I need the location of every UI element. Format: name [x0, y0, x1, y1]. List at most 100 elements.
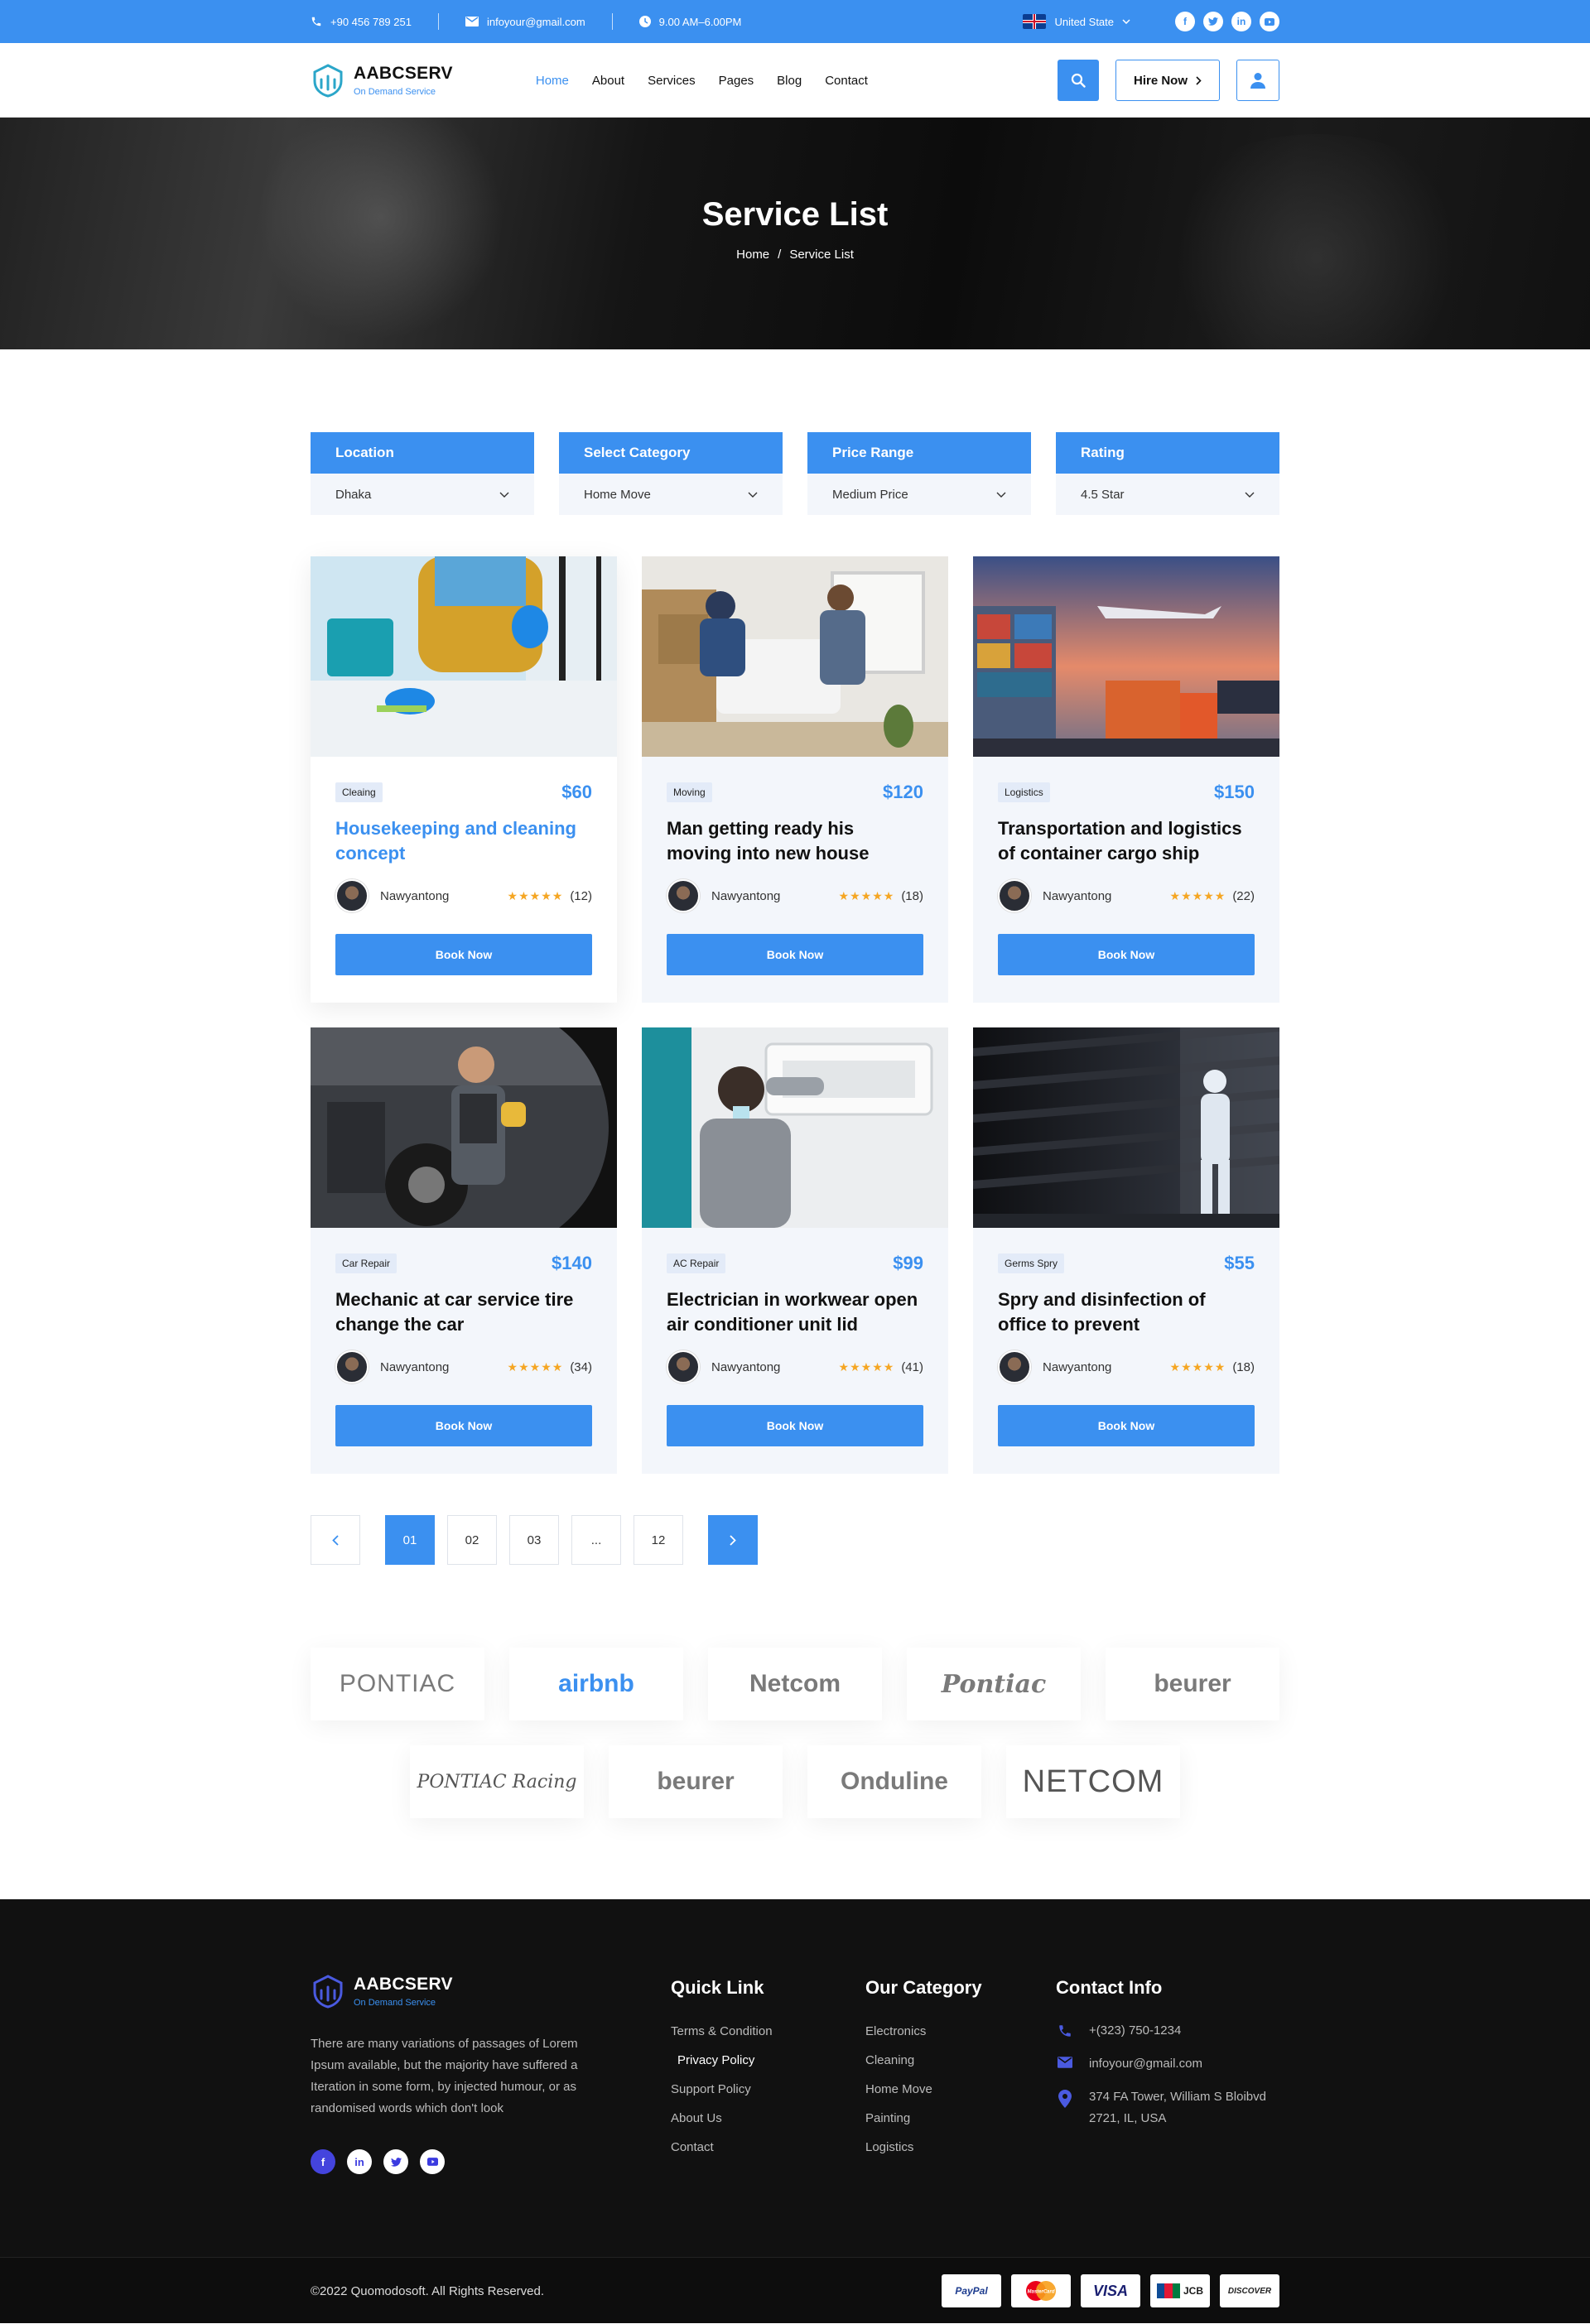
hire-now-button[interactable]: Hire Now — [1115, 60, 1220, 101]
breadcrumb-home[interactable]: Home — [736, 248, 769, 262]
country-select[interactable]: United State — [1023, 14, 1130, 29]
uk-flag-icon — [1023, 14, 1047, 29]
service-image-car-repair[interactable] — [311, 1027, 617, 1228]
brand-name: PONTIAC Racing — [417, 1771, 577, 1792]
book-now-button[interactable]: Book Now — [998, 934, 1255, 975]
location-select[interactable]: Dhaka — [311, 474, 534, 515]
service-title[interactable]: Man getting ready his moving into new ho… — [667, 816, 923, 866]
page-hero: Service List Home / Service List — [0, 118, 1590, 349]
page-button[interactable]: 01 — [385, 1515, 435, 1565]
brand-logo-beurer[interactable]: beurer — [1106, 1648, 1279, 1720]
brand-logo-pontiac[interactable]: PONTIAC — [311, 1648, 484, 1720]
footer-link[interactable]: Painting — [865, 2104, 982, 2133]
user-account-button[interactable] — [1236, 60, 1279, 101]
footer-logo[interactable]: AABCSERV On Demand Service — [311, 1974, 600, 2009]
youtube-icon[interactable] — [420, 2149, 445, 2174]
facebook-icon[interactable]: f — [311, 2149, 335, 2174]
page-button[interactable]: 12 — [634, 1515, 683, 1565]
contact-phone[interactable]: +(323) 750-1234 — [1056, 2020, 1279, 2042]
brand-logo-onduline[interactable]: Onduline — [807, 1745, 981, 1818]
contact-email[interactable]: infoyour@gmail.com — [1056, 2053, 1279, 2075]
top-phone[interactable]: +90 456 789 251 — [311, 16, 412, 28]
service-card[interactable]: Cleaing $60 Housekeeping and cleaning co… — [311, 556, 617, 1003]
brand-logo-netcom-wide[interactable]: NETCOM — [1006, 1745, 1180, 1818]
nav-about[interactable]: About — [592, 74, 624, 88]
service-image-cleaning[interactable] — [311, 556, 617, 757]
main-nav: Home About Services Pages Blog Contact — [536, 74, 868, 88]
brand-logo-netcom[interactable]: Netcom — [708, 1648, 882, 1720]
nav-contact[interactable]: Contact — [825, 74, 868, 88]
footer-link[interactable]: Logistics — [865, 2133, 982, 2162]
service-title[interactable]: Housekeeping and cleaning concept — [335, 816, 592, 866]
page-button[interactable]: 03 — [509, 1515, 559, 1565]
brand-logo-pontiac-script[interactable]: Pontiac — [907, 1648, 1081, 1720]
chevron-down-icon — [1122, 19, 1130, 24]
service-card[interactable]: AC Repair $99 Electrician in workwear op… — [642, 1027, 948, 1474]
brand-logo-airbnb[interactable]: airbnb — [509, 1648, 683, 1720]
nav-blog[interactable]: Blog — [777, 74, 802, 88]
facebook-icon[interactable]: f — [1175, 12, 1195, 31]
linkedin-icon[interactable]: in — [347, 2149, 372, 2174]
service-image-ac-repair[interactable] — [642, 1027, 948, 1228]
twitter-icon[interactable] — [383, 2149, 408, 2174]
service-image-moving[interactable] — [642, 556, 948, 757]
footer-link[interactable]: Contact — [671, 2133, 773, 2162]
service-card[interactable]: Germs Spry $55 Spry and disinfection of … — [973, 1027, 1279, 1474]
country-label: United State — [1054, 15, 1114, 28]
service-card[interactable]: Logistics $150 Transportation and logist… — [973, 556, 1279, 1003]
phone-icon — [311, 17, 321, 26]
footer-link[interactable]: Terms & Condition — [671, 2017, 773, 2046]
book-now-button[interactable]: Book Now — [998, 1405, 1255, 1446]
location-pin-icon — [1058, 2090, 1072, 2108]
service-image-logistics[interactable] — [973, 556, 1279, 757]
author-name: Nawyantong — [1043, 1359, 1112, 1374]
twitter-icon[interactable] — [1203, 12, 1223, 31]
footer-link[interactable]: Support Policy — [671, 2075, 773, 2104]
service-title[interactable]: Mechanic at car service tire change the … — [335, 1287, 592, 1337]
book-now-button[interactable]: Book Now — [335, 1405, 592, 1446]
service-rating: ★★★★★ (18) — [1170, 1360, 1255, 1374]
service-rating: ★★★★★ (34) — [508, 1360, 592, 1374]
service-title[interactable]: Spry and disinfection of office to preve… — [998, 1287, 1255, 1337]
author-name: Nawyantong — [380, 888, 450, 903]
book-now-button[interactable]: Book Now — [667, 934, 923, 975]
rating-select[interactable]: 4.5 Star — [1056, 474, 1279, 515]
category-select[interactable]: Home Move — [559, 474, 783, 515]
divider — [611, 13, 613, 30]
search-button[interactable] — [1058, 60, 1099, 101]
category-tag: Car Repair — [335, 1253, 398, 1273]
price-select[interactable]: Medium Price — [807, 474, 1031, 515]
footer-link[interactable]: Privacy Policy — [671, 2046, 773, 2075]
footer-link[interactable]: Electronics — [865, 2017, 982, 2046]
brand-logo-pontiac-racing[interactable]: PONTIAC Racing — [410, 1745, 584, 1818]
nav-home[interactable]: Home — [536, 74, 569, 88]
service-title[interactable]: Transportation and logistics of containe… — [998, 816, 1255, 866]
author-name: Nawyantong — [711, 888, 781, 903]
service-title[interactable]: Electrician in workwear open air conditi… — [667, 1287, 923, 1337]
contact-address: 374 FA Tower, William S Bloibvd 2721, IL… — [1056, 2086, 1279, 2129]
author-name: Nawyantong — [380, 1359, 450, 1374]
footer-heading: Our Category — [865, 1977, 982, 1998]
top-email[interactable]: infoyour@gmail.com — [465, 16, 585, 28]
star-icons: ★★★★★ — [838, 888, 895, 902]
youtube-icon[interactable] — [1260, 12, 1279, 31]
brand-logos: PONTIAC airbnb Netcom Pontiac beurer PON… — [311, 1648, 1279, 1818]
brand-logo-beurer[interactable]: beurer — [609, 1745, 783, 1818]
prev-page-button[interactable] — [311, 1515, 360, 1565]
hero-background-image — [1143, 134, 1491, 349]
book-now-button[interactable]: Book Now — [667, 1405, 923, 1446]
chevron-down-icon — [1245, 492, 1255, 498]
footer-link[interactable]: About Us — [671, 2104, 773, 2133]
service-card[interactable]: Moving $120 Man getting ready his moving… — [642, 556, 948, 1003]
footer-link[interactable]: Cleaning — [865, 2046, 982, 2075]
next-page-button[interactable] — [708, 1515, 758, 1565]
book-now-button[interactable]: Book Now — [335, 934, 592, 975]
nav-services[interactable]: Services — [648, 74, 696, 88]
footer-link[interactable]: Home Move — [865, 2075, 982, 2104]
site-logo[interactable]: AABCSERV On Demand Service — [311, 63, 453, 98]
nav-pages[interactable]: Pages — [719, 74, 754, 88]
service-card[interactable]: Car Repair $140 Mechanic at car service … — [311, 1027, 617, 1474]
service-image-disinfection[interactable] — [973, 1027, 1279, 1228]
linkedin-icon[interactable]: in — [1231, 12, 1251, 31]
page-button[interactable]: 02 — [447, 1515, 497, 1565]
